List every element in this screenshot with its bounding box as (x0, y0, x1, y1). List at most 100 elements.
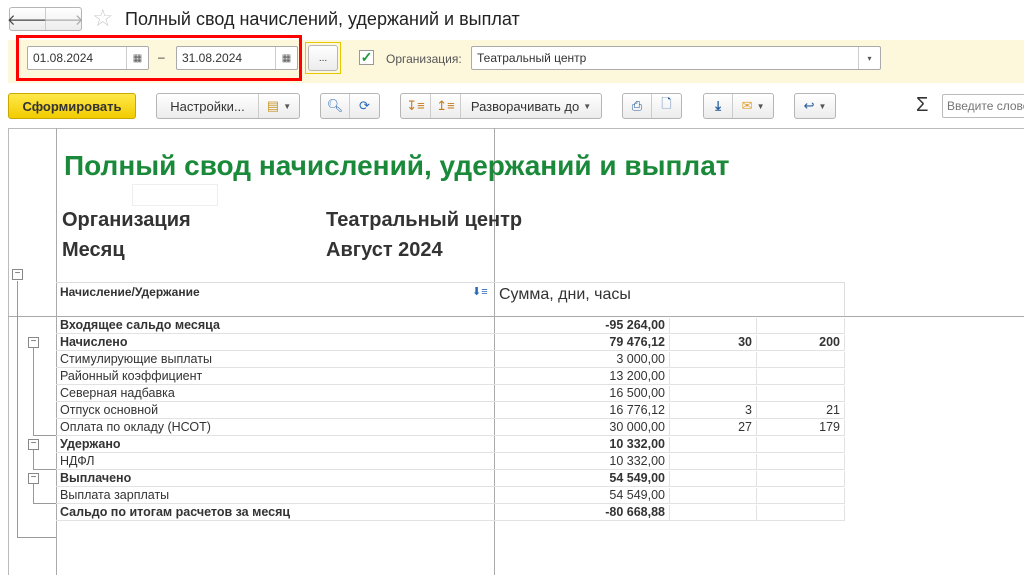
return-arrow-icon: ↩ (803, 98, 815, 113)
period-select-button[interactable]: ... (308, 45, 338, 71)
download-icon[interactable]: ⤓ (704, 94, 734, 118)
sum-icon[interactable]: Σ (916, 94, 928, 117)
table-row[interactable]: Районный коэффициент 13 200,00 (56, 368, 845, 385)
row-name: Выплата зарплаты (60, 488, 170, 502)
organization-select[interactable]: Театральный центр ▾ (471, 46, 881, 70)
row-sum: 10 332,00 (494, 454, 670, 470)
row-hours: 179 (757, 420, 845, 436)
col-header-accrual[interactable]: Начисление/Удержание (60, 285, 200, 299)
row-sum: 13 200,00 (494, 369, 670, 385)
row-name: Удержано (60, 437, 121, 451)
table-row[interactable]: Выплата зарплаты 54 549,00 (56, 487, 845, 504)
row-sum: -80 668,88 (494, 505, 670, 521)
table-row[interactable]: НДФЛ 10 332,00 (56, 453, 845, 470)
row-sum: 16 500,00 (494, 386, 670, 402)
row-name: Районный коэффициент (60, 369, 203, 383)
arrow-right-icon: 🡒 (43, 11, 84, 29)
table-row[interactable]: Оплата по окладу (НСОТ) 30 000,00 27 179 (56, 419, 845, 436)
row-days (670, 352, 757, 368)
table-row[interactable]: Северная надбавка 16 500,00 (56, 385, 845, 402)
generate-button[interactable]: Сформировать (8, 93, 136, 119)
param-label: Организация (62, 209, 191, 231)
collapse-group-icon[interactable]: − (28, 473, 39, 484)
row-hours (757, 386, 845, 402)
sort-icon[interactable]: ⬇≡ (472, 285, 488, 298)
calendar-icon[interactable]: ▦ (275, 47, 297, 69)
forward-button[interactable]: 🡒 (43, 8, 84, 30)
row-name: Сальдо по итогам расчетов за месяц (60, 505, 291, 519)
calendar-icon[interactable]: ▦ (126, 47, 148, 69)
row-name: Отпуск основной (60, 403, 159, 417)
collapse-group-icon[interactable]: − (12, 269, 23, 280)
row-name: Оплата по окладу (НСОТ) (60, 420, 211, 434)
row-days: 27 (670, 420, 757, 436)
row-days (670, 488, 757, 504)
row-hours (757, 318, 845, 334)
table-row[interactable]: Удержано 10 332,00 (56, 436, 845, 453)
row-name: Входящее сальдо месяца (60, 318, 220, 332)
table-row[interactable]: Выплачено 54 549,00 (56, 470, 845, 487)
row-days (670, 454, 757, 470)
print-group: ⎙ 🗋 (622, 93, 682, 119)
favorite-star-icon[interactable]: ☆ (92, 4, 114, 33)
back-button[interactable]: 🡐 (6, 8, 48, 30)
email-icon[interactable]: ✉ ▼ (733, 94, 773, 118)
expand-group: ↧≡ ↥≡ Разворачивать до ▼ (400, 93, 602, 119)
table-row[interactable]: Сальдо по итогам расчетов за месяц -80 66… (56, 504, 845, 521)
nav-buttons: 🡐 🡒 (6, 7, 84, 31)
print-icon[interactable]: ⎙ (623, 94, 653, 118)
row-hours (757, 471, 845, 487)
row-sum: 10 332,00 (494, 437, 670, 453)
settings-button[interactable]: Настройки... (157, 94, 259, 118)
report-variant-icon: ▤ (266, 98, 280, 113)
row-hours (757, 437, 845, 453)
row-days: 30 (670, 335, 757, 351)
collapse-all-icon[interactable]: ↥≡ (431, 94, 461, 118)
search-input[interactable] (942, 94, 1024, 118)
collapse-group-icon[interactable]: − (28, 337, 39, 348)
row-days (670, 386, 757, 402)
row-hours (757, 352, 845, 368)
return-button[interactable]: ↩ ▼ (794, 93, 836, 119)
row-days: 3 (670, 403, 757, 419)
expand-to-button[interactable]: Разворачивать до ▼ (461, 94, 601, 118)
search-group: 🔍︎ ⟳ (320, 93, 380, 119)
search-icon[interactable]: 🔍︎ (321, 94, 351, 118)
param-value: Театральный центр (326, 209, 523, 231)
row-days (670, 318, 757, 334)
row-hours: 200 (757, 335, 845, 351)
row-sum: 79 476,12 (494, 335, 670, 351)
row-name: Выплачено (60, 471, 132, 485)
table-row[interactable]: Стимулирующие выплаты 3 000,00 (56, 351, 845, 368)
variant-button[interactable]: ▤ ▼ (259, 94, 299, 118)
row-hours (757, 488, 845, 504)
export-group: ⤓ ✉ ▼ (703, 93, 774, 119)
arrow-left-icon: 🡐 (6, 11, 48, 29)
date-to-input[interactable]: 31.08.2024 ▦ (176, 46, 298, 70)
collapse-group-icon[interactable]: − (28, 439, 39, 450)
date-from-input[interactable]: 01.08.2024 ▦ (27, 46, 149, 70)
param-value: Август 2024 (326, 239, 443, 261)
row-hours (757, 505, 845, 521)
row-name: Стимулирующие выплаты (60, 352, 212, 366)
report-border (8, 128, 9, 575)
organization-label: Организация: (386, 52, 462, 66)
row-sum: 30 000,00 (494, 420, 670, 436)
row-sum: 54 549,00 (494, 488, 670, 504)
print-preview-icon[interactable]: 🗋 (652, 94, 681, 118)
chevron-down-icon[interactable]: ▾ (858, 47, 880, 69)
table-row[interactable]: Отпуск основной 16 776,12 3 21 (56, 402, 845, 419)
window-title: Полный свод начислений, удержаний и выпл… (125, 9, 520, 29)
date-from-value: 01.08.2024 (33, 51, 94, 65)
row-days (670, 505, 757, 521)
organization-checkbox[interactable]: ✓ (359, 50, 374, 65)
row-sum: 54 549,00 (494, 471, 670, 487)
date-dash: – (158, 50, 165, 64)
param-label: Месяц (62, 239, 125, 261)
table-row[interactable]: Входящее сальдо месяца -95 264,00 (56, 317, 845, 334)
table-row[interactable]: Начислено 79 476,12 30 200 (56, 334, 845, 351)
row-hours (757, 369, 845, 385)
row-days (670, 471, 757, 487)
search-next-icon[interactable]: ⟳ (350, 94, 379, 118)
expand-all-icon[interactable]: ↧≡ (401, 94, 431, 118)
